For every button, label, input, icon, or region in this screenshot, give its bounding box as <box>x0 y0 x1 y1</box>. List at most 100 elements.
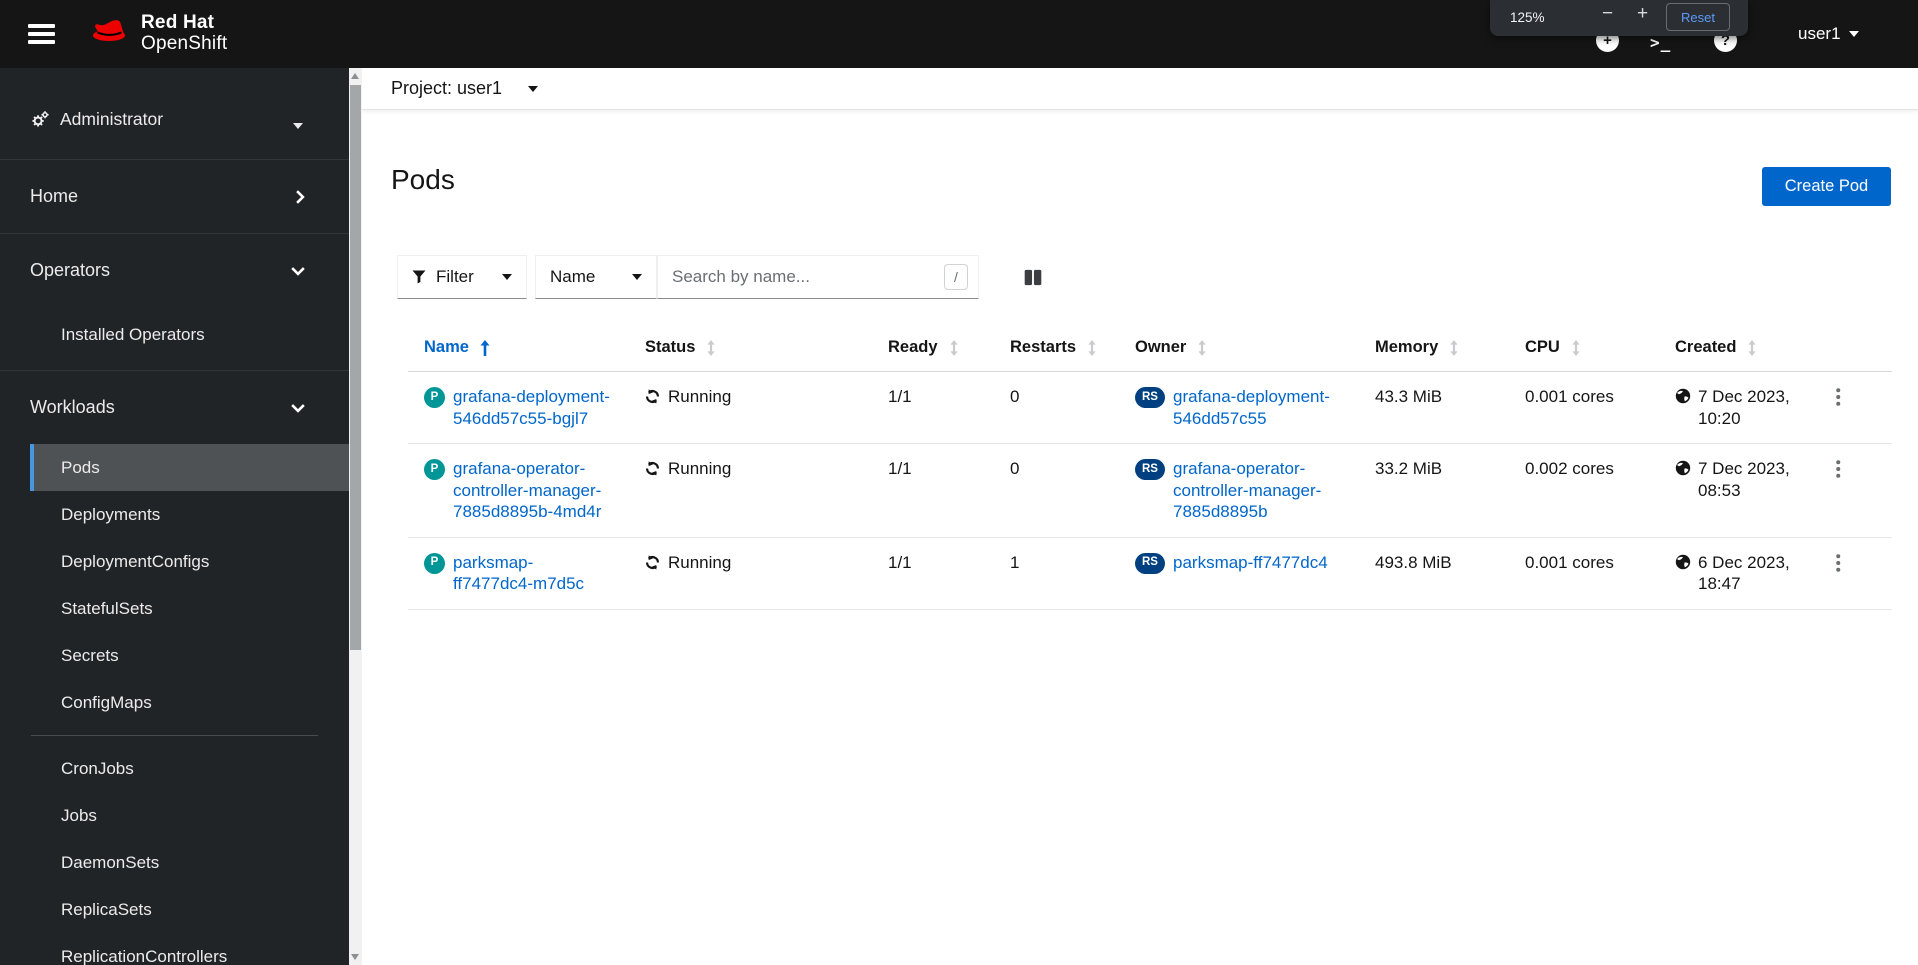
chevron-down-icon <box>1848 31 1859 37</box>
sidebar-item-installed-operators[interactable]: Installed Operators <box>30 307 349 363</box>
column-header-name[interactable]: Name <box>408 330 629 372</box>
memory-value: 43.3 MiB <box>1359 371 1509 444</box>
globe-icon <box>1675 460 1691 501</box>
filter-dropdown[interactable]: Filter <box>397 255 527 299</box>
table-row: P grafana-operator-controller-manager-78… <box>408 443 1892 538</box>
sidebar-item-label: CronJobs <box>61 758 134 778</box>
zoom-in-button[interactable]: + <box>1637 3 1648 25</box>
kebab-menu-icon[interactable] <box>1830 458 1847 480</box>
column-header-ready[interactable]: Ready <box>872 330 994 372</box>
owner-link[interactable]: grafana-operator-controller-manager-7885… <box>1173 458 1343 523</box>
keyboard-shortcut-badge: / <box>944 264 968 290</box>
sidebar-item-replicationcontrollers[interactable]: ReplicationControllers <box>30 933 349 965</box>
list-toolbar: Filter Name / <box>397 255 1043 299</box>
project-label: Project: user1 <box>391 78 503 98</box>
scrollbar-thumb[interactable] <box>350 85 361 650</box>
ready-value: 1/1 <box>872 443 994 538</box>
filter-funnel-icon <box>412 270 426 284</box>
sort-icon <box>1571 339 1581 356</box>
caret-down-icon <box>502 274 512 280</box>
browser-zoom-popup: 125% − + Reset <box>1490 0 1748 36</box>
pod-name-link[interactable]: grafana-deployment-546dd57c55-bgjl7 <box>453 386 613 429</box>
sidebar-item-replicasets[interactable]: ReplicaSets <box>30 886 349 933</box>
sidebar-item-label: Pods <box>61 457 100 477</box>
kebab-menu-icon[interactable] <box>1830 552 1847 574</box>
sidebar-item-label: Home <box>30 186 79 206</box>
perspective-label: Administrator <box>60 109 164 129</box>
sidebar-item-workloads[interactable]: Workloads <box>0 371 349 444</box>
sidebar-item-deployments[interactable]: Deployments <box>30 491 349 538</box>
status-text: Running <box>668 459 732 478</box>
chevron-down-icon <box>291 403 305 413</box>
cpu-value: 0.001 cores <box>1509 371 1659 444</box>
sidebar-item-operators[interactable]: Operators <box>0 234 349 307</box>
sidebar-item-secrets[interactable]: Secrets <box>30 632 349 679</box>
pod-badge: P <box>424 387 445 408</box>
sidebar-item-jobs[interactable]: Jobs <box>30 792 349 839</box>
pod-badge: P <box>424 552 445 574</box>
sidebar-item-home[interactable]: Home <box>0 160 349 233</box>
brand-name: Red Hat <box>141 12 215 33</box>
sidebar-item-cronjobs[interactable]: CronJobs <box>30 745 349 792</box>
sidebar-item-statefulsets[interactable]: StatefulSets <box>30 585 349 632</box>
caret-down-icon <box>632 274 642 280</box>
created-timestamp: 6 Dec 2023, 18:47 <box>1698 552 1790 594</box>
create-pod-button[interactable]: Create Pod <box>1762 167 1891 206</box>
sidebar-item-label: DeploymentConfigs <box>61 551 210 571</box>
main-content: Project: user1 Pods Create Pod Filter Na… <box>362 68 1918 965</box>
zoom-reset-button[interactable]: Reset <box>1666 3 1730 31</box>
sidebar-item-pods[interactable]: Pods <box>30 444 349 491</box>
pod-name-link[interactable]: parksmap-ff7477dc4-m7d5c <box>453 552 613 595</box>
perspective-switcher[interactable]: Administrator <box>0 68 349 160</box>
restarts-value: 1 <box>994 537 1119 610</box>
sidebar-item-configmaps[interactable]: ConfigMaps <box>30 679 349 726</box>
scroll-down-arrow-icon[interactable] <box>351 954 359 960</box>
project-selector[interactable]: Project: user1 <box>362 68 1918 110</box>
kebab-menu-icon[interactable] <box>1830 386 1847 408</box>
nav-toggle-icon[interactable] <box>28 24 55 44</box>
user-menu[interactable]: user1 <box>1798 0 1859 68</box>
column-header-created[interactable]: Created <box>1659 330 1814 372</box>
caret-down-icon <box>293 123 303 129</box>
chevron-down-icon <box>291 266 305 276</box>
restarts-value: 0 <box>994 371 1119 444</box>
status-text: Running <box>668 552 732 572</box>
created-timestamp: 7 Dec 2023, 10:20 <box>1698 387 1790 428</box>
brand-logo: Red Hat OpenShift <box>90 12 227 54</box>
table-row: P parksmap-ff7477dc4-m7d5c Running 1/1 1 <box>408 537 1892 610</box>
search-attribute-dropdown[interactable]: Name <box>535 255 657 299</box>
search-input[interactable] <box>672 267 944 287</box>
memory-value: 33.2 MiB <box>1359 443 1509 538</box>
sidebar-item-label: Operators <box>30 260 111 280</box>
sort-icon <box>706 339 716 356</box>
memory-value: 493.8 MiB <box>1359 537 1509 610</box>
zoom-out-button[interactable]: − <box>1602 3 1613 25</box>
column-management-icon[interactable] <box>1023 268 1043 287</box>
owner-link[interactable]: grafana-deployment-546dd57c55 <box>1173 386 1343 429</box>
running-sync-icon <box>645 389 660 404</box>
running-sync-icon <box>645 461 660 476</box>
table-row: P grafana-deployment-546dd57c55-bgjl7 Ru… <box>408 371 1892 444</box>
scroll-up-arrow-icon[interactable] <box>351 73 359 79</box>
status-text: Running <box>668 387 732 406</box>
pod-badge: P <box>424 459 445 480</box>
sort-icon <box>1087 339 1097 356</box>
cogs-icon <box>30 110 49 129</box>
column-header-memory[interactable]: Memory <box>1359 330 1509 372</box>
nav-scrollbar[interactable] <box>349 68 362 965</box>
running-sync-icon <box>645 555 660 570</box>
sidebar-item-daemonsets[interactable]: DaemonSets <box>30 839 349 886</box>
sort-icon <box>1197 339 1207 356</box>
search-box[interactable]: / <box>657 255 979 299</box>
sort-icon <box>1449 339 1459 356</box>
column-header-owner[interactable]: Owner <box>1119 330 1359 372</box>
replicaset-badge: RS <box>1135 387 1165 408</box>
column-header-cpu[interactable]: CPU <box>1509 330 1659 372</box>
pod-name-link[interactable]: grafana-operator-controller-manager-7885… <box>453 458 613 523</box>
column-header-restarts[interactable]: Restarts <box>994 330 1119 372</box>
cpu-value: 0.001 cores <box>1509 537 1659 610</box>
owner-link[interactable]: parksmap-ff7477dc4 <box>1173 552 1328 574</box>
column-header-status[interactable]: Status <box>629 330 872 372</box>
sidebar-item-deploymentconfigs[interactable]: DeploymentConfigs <box>30 538 349 585</box>
sidebar-item-label: Installed Operators <box>61 325 205 344</box>
